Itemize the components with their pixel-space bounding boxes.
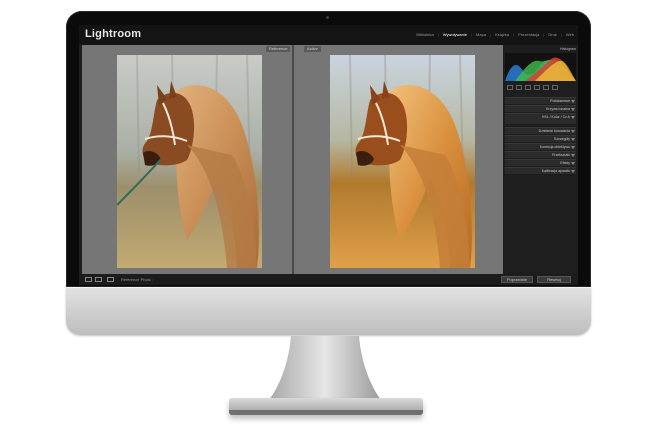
module-develop[interactable]: Wywoływanie: [443, 32, 467, 37]
tool-strip: [507, 85, 574, 91]
screen: Lightroom Biblioteka | Wywoływanie | Mapa |…: [79, 25, 578, 285]
panel-detail[interactable]: Szczegóły: [505, 135, 576, 142]
collapse-triangle-icon: [571, 169, 575, 173]
monitor-stand-neck: [269, 336, 381, 400]
radial-filter-icon[interactable]: [543, 85, 549, 90]
histogram-header[interactable]: Histogram: [505, 47, 576, 52]
module-picker: Biblioteka | Wywoływanie | Mapa | Książka | …: [416, 32, 574, 37]
module-print[interactable]: Druk: [548, 32, 556, 37]
loupe-view-icon[interactable]: [85, 277, 92, 282]
panel-effects[interactable]: Efekty: [505, 159, 576, 166]
module-library[interactable]: Biblioteka: [416, 32, 433, 37]
imac-monitor: Lightroom Biblioteka | Wywoływanie | Mapa |…: [66, 11, 591, 335]
camera-dot: [326, 16, 329, 19]
panel-tone-curve[interactable]: Krzywa tonalna: [505, 105, 576, 112]
panel-basic[interactable]: Podstawowe: [505, 97, 576, 104]
monitor-stand-base-edge: [229, 410, 423, 415]
spot-removal-icon[interactable]: [516, 85, 522, 90]
panel-split-toning[interactable]: Dzielenie tonowania: [505, 127, 576, 134]
panel-transform[interactable]: Przekształć: [505, 151, 576, 158]
module-web[interactable]: Web: [566, 32, 574, 37]
histogram: [505, 53, 576, 81]
collapse-triangle-icon: [571, 153, 575, 157]
reference-photo-label: Reference Photo :: [121, 277, 154, 282]
reference-pane-label: Reference: [266, 46, 291, 52]
previous-button[interactable]: Poprzednie: [501, 276, 533, 283]
collapse-triangle-icon: [571, 99, 575, 103]
compare-divider[interactable]: [292, 45, 294, 274]
panel-lens-corrections[interactable]: Korekcja obiektywu: [505, 143, 576, 150]
develop-right-panel: Histogram Podstawowe Krzywa tonalna HSL …: [503, 45, 578, 274]
collapse-triangle-icon: [571, 137, 575, 141]
adjustment-brush-icon[interactable]: [552, 85, 558, 90]
before-after-view-icon[interactable]: [95, 277, 102, 282]
collapse-triangle-icon: [571, 115, 575, 119]
reference-photo: [117, 55, 262, 268]
crop-tool-icon[interactable]: [507, 85, 513, 90]
panel-camera-calibration[interactable]: Kalibracja aparatu: [505, 167, 576, 174]
active-photo: [330, 55, 475, 268]
reference-view-icon[interactable]: [107, 277, 114, 282]
module-slideshow[interactable]: Prezentacja: [518, 32, 539, 37]
toolbar: Reference Photo : Poprzednie Resetuj: [79, 274, 578, 285]
monitor-chin: [66, 287, 591, 335]
collapse-triangle-icon: [571, 161, 575, 165]
collapse-triangle-icon: [571, 129, 575, 133]
collapse-triangle-icon: [571, 107, 575, 111]
graduated-filter-icon[interactable]: [534, 85, 540, 90]
collapse-triangle-icon: [571, 145, 575, 149]
lightroom-top-bar: Lightroom Biblioteka | Wywoływanie | Mapa |…: [79, 25, 578, 45]
reset-button[interactable]: Resetuj: [537, 276, 571, 283]
active-pane-label: Active: [304, 46, 321, 52]
red-eye-icon[interactable]: [525, 85, 531, 90]
reference-compare-view: Reference Active: [82, 45, 503, 274]
monitor-bezel: Lightroom Biblioteka | Wywoływanie | Mapa |…: [66, 11, 591, 287]
panel-hsl[interactable]: HSL / Kolor / Cz-b: [505, 113, 576, 124]
module-map[interactable]: Mapa: [476, 32, 486, 37]
app-title: Lightroom: [85, 28, 142, 40]
module-book[interactable]: Książka: [495, 32, 509, 37]
